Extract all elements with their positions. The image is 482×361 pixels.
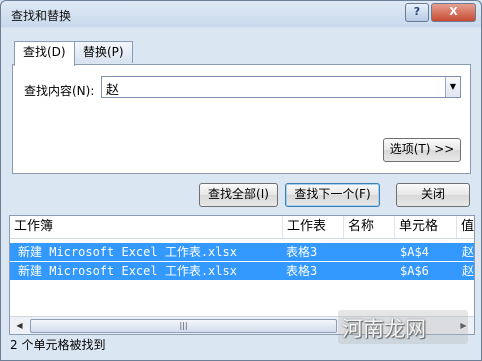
cell-sheet: 表格3 (286, 245, 318, 259)
find-all-button[interactable]: 查找全部(I) (199, 183, 278, 207)
table-row[interactable]: 新建 Microsoft Excel 工作表.xlsx 表格3 $A$4 赵 (10, 243, 474, 261)
cell-address: $A$6 (400, 264, 429, 278)
close-window-button[interactable]: X (431, 3, 476, 22)
tab-replace[interactable]: 替换(P) (74, 41, 133, 63)
scrollbar-thumb[interactable]: ||| (30, 319, 337, 333)
column-header-cell[interactable]: 单元格 (395, 216, 457, 238)
help-button[interactable]: ? (405, 3, 429, 22)
cell-workbook: 新建 Microsoft Excel 工作表.xlsx (18, 264, 237, 278)
cell-workbook: 新建 Microsoft Excel 工作表.xlsx (18, 245, 237, 259)
cell-address: $A$4 (400, 245, 429, 259)
status-text: 2 个单元格被找到 (10, 338, 106, 352)
scroll-left-icon[interactable]: ◀ (12, 318, 27, 333)
cell-sheet: 表格3 (286, 264, 318, 278)
column-header-value[interactable]: 值 (457, 216, 474, 238)
results-header: 工作簿 工作表 名称 单元格 值 (10, 216, 474, 239)
find-next-button[interactable]: 查找下一个(F) (285, 183, 380, 207)
close-button[interactable]: 关闭 (396, 183, 470, 207)
tab-find[interactable]: 查找(D) (14, 41, 75, 66)
find-what-input[interactable]: 赵 (106, 79, 119, 98)
table-row[interactable]: 新建 Microsoft Excel 工作表.xlsx 表格3 $A$6 赵 (10, 262, 474, 280)
column-header-sheet[interactable]: 工作表 (283, 216, 344, 238)
column-header-name[interactable]: 名称 (344, 216, 395, 238)
window-title: 查找和替换 (11, 9, 72, 23)
find-what-combobox[interactable]: 赵 ▼ (101, 76, 461, 98)
cell-value: 赵 (462, 264, 475, 278)
chevron-down-icon[interactable]: ▼ (445, 77, 460, 97)
column-header-workbook[interactable]: 工作簿 (10, 216, 283, 238)
watermark: 河南龙网 (342, 317, 426, 341)
options-button[interactable]: 选项(T) >> (383, 138, 461, 162)
title-bar[interactable]: 查找和替换 ? X (1, 1, 481, 27)
find-what-label: 查找内容(N): (24, 84, 95, 98)
cell-value: 赵 (462, 245, 475, 259)
